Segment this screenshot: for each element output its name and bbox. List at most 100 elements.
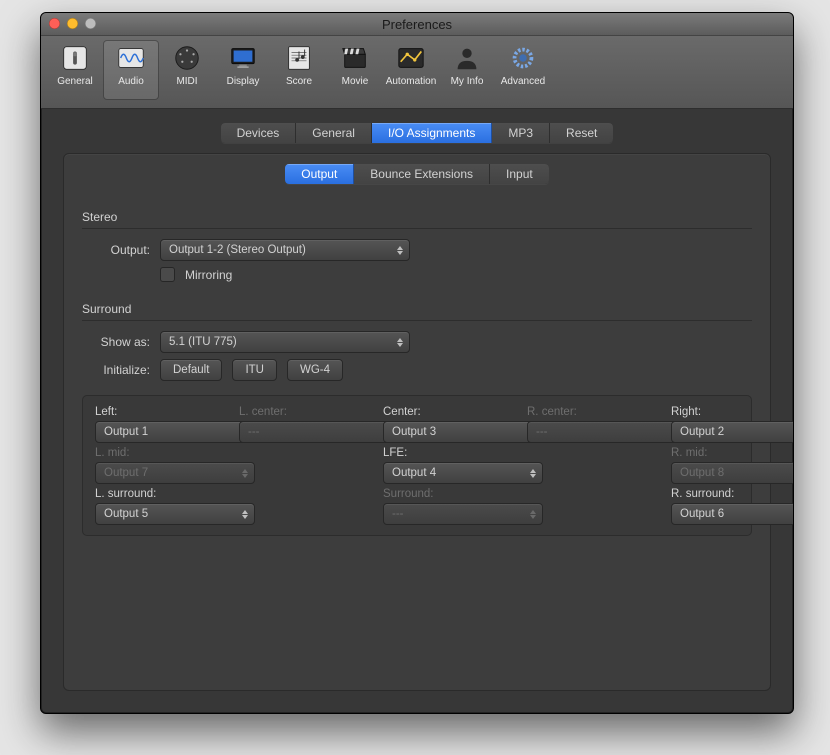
dropdown-arrows-icon — [529, 465, 537, 481]
slot-dropdown-center[interactable]: Output 3 — [383, 421, 543, 443]
window-controls — [49, 18, 96, 29]
slot-label: LFE: — [383, 447, 513, 459]
toolbar-label: General — [57, 76, 93, 87]
close-button[interactable] — [49, 18, 60, 29]
subtab-input[interactable]: Input — [490, 164, 549, 184]
automation-icon — [395, 42, 427, 74]
toolbar-item-display[interactable]: Display — [215, 40, 271, 100]
divider — [82, 228, 752, 229]
toolbar-label: Automation — [386, 76, 437, 87]
slot-r-surround: R. surround: Output 6 — [671, 488, 794, 525]
dropdown-arrows-icon — [396, 242, 404, 258]
slot-center: Center: Output 3 — [383, 406, 513, 443]
zoom-button[interactable] — [85, 18, 96, 29]
slot-l-surround: L. surround: Output 5 — [95, 488, 225, 525]
slot-label: L. surround: — [95, 488, 225, 500]
tab-mp3[interactable]: MP3 — [492, 123, 550, 143]
dropdown-value: --- — [536, 426, 548, 438]
slot-right: Right: Output 2 — [671, 406, 794, 443]
slot-label: L. mid: — [95, 447, 225, 459]
slot-dropdown-l-mid: Output 7 — [95, 462, 255, 484]
section-stereo-title: Stereo — [82, 210, 752, 224]
slot-dropdown-r-surround[interactable]: Output 6 — [671, 503, 794, 525]
stereo-output-dropdown[interactable]: Output 1-2 (Stereo Output) — [160, 239, 410, 261]
toolbar-item-movie[interactable]: Movie — [327, 40, 383, 100]
slot-label: Right: — [671, 406, 794, 418]
preferences-window: Preferences General Audio MIDI — [40, 12, 794, 714]
dropdown-value: Output 2 — [680, 426, 724, 438]
slot-r-mid: R. mid: Output 8 — [671, 447, 794, 484]
subtab-bounce-extensions[interactable]: Bounce Extensions — [354, 164, 490, 184]
dropdown-arrows-icon — [529, 506, 537, 522]
toolbar-label: Advanced — [501, 76, 545, 87]
toolbar-item-score[interactable]: Score — [271, 40, 327, 100]
dropdown-value: Output 1 — [104, 426, 148, 438]
slot-dropdown-l-surround[interactable]: Output 5 — [95, 503, 255, 525]
initialize-wg4-button[interactable]: WG-4 — [287, 359, 343, 381]
divider — [82, 320, 752, 321]
dropdown-value: --- — [392, 508, 404, 520]
dropdown-value: Output 8 — [680, 467, 724, 479]
slot-dropdown-left[interactable]: Output 1 — [95, 421, 255, 443]
minimize-button[interactable] — [67, 18, 78, 29]
toolbar-item-automation[interactable]: Automation — [383, 40, 439, 100]
toolbar-label: Display — [227, 76, 260, 87]
tab-general[interactable]: General — [296, 123, 372, 143]
pref-tabs-row: Devices General I/O Assignments MP3 Rese… — [41, 109, 793, 153]
initialize-default-button[interactable]: Default — [160, 359, 222, 381]
tab-devices[interactable]: Devices — [221, 123, 297, 143]
dropdown-value: Output 3 — [392, 426, 436, 438]
toolbar-item-my-info[interactable]: My Info — [439, 40, 495, 100]
dropdown-value: 5.1 (ITU 775) — [169, 336, 237, 348]
toolbar-item-midi[interactable]: MIDI — [159, 40, 215, 100]
toolbar-item-advanced[interactable]: Advanced — [495, 40, 551, 100]
slot-label: R. surround: — [671, 488, 794, 500]
window-title: Preferences — [382, 17, 452, 32]
slot-dropdown-r-center: --- — [527, 421, 687, 443]
slot-empty-2 — [527, 447, 657, 484]
stereo-output-label: Output: — [82, 243, 150, 257]
slot-empty-4 — [527, 488, 657, 525]
slot-left: Left: Output 1 — [95, 406, 225, 443]
score-icon — [283, 42, 315, 74]
dropdown-value: Output 4 — [392, 467, 436, 479]
slot-surround: Surround: --- — [383, 488, 513, 525]
subtab-output[interactable]: Output — [285, 164, 354, 184]
slot-empty-1 — [239, 447, 369, 484]
io-subtabs-row: Output Bounce Extensions Input — [82, 154, 752, 194]
dropdown-arrows-icon — [241, 506, 249, 522]
slot-label: Center: — [383, 406, 513, 418]
initialize-itu-button[interactable]: ITU — [232, 359, 277, 381]
slot-r-center: R. center: --- — [527, 406, 657, 443]
tab-io-assignments[interactable]: I/O Assignments — [372, 123, 492, 143]
slot-label: Left: — [95, 406, 225, 418]
dropdown-value: Output 7 — [104, 467, 148, 479]
dropdown-arrows-icon — [396, 334, 404, 350]
dropdown-value: --- — [248, 426, 260, 438]
surround-showas-dropdown[interactable]: 5.1 (ITU 775) — [160, 331, 410, 353]
surround-showas-label: Show as: — [82, 335, 150, 349]
slot-label: L. center: — [239, 406, 369, 418]
slot-l-center: L. center: --- — [239, 406, 369, 443]
slot-label: R. center: — [527, 406, 657, 418]
slot-dropdown-lfe[interactable]: Output 4 — [383, 462, 543, 484]
slot-dropdown-r-mid: Output 8 — [671, 462, 794, 484]
slot-dropdown-surround: --- — [383, 503, 543, 525]
toolbar: General Audio MIDI Display — [41, 36, 793, 109]
mirroring-checkbox[interactable] — [160, 267, 175, 282]
slot-dropdown-l-center: --- — [239, 421, 399, 443]
my-info-icon — [451, 42, 483, 74]
dropdown-value: Output 6 — [680, 508, 724, 520]
general-icon — [59, 42, 91, 74]
toolbar-item-audio[interactable]: Audio — [103, 40, 159, 100]
display-icon — [227, 42, 259, 74]
slot-l-mid: L. mid: Output 7 — [95, 447, 225, 484]
toolbar-label: MIDI — [176, 76, 197, 87]
toolbar-label: My Info — [451, 76, 484, 87]
toolbar-item-general[interactable]: General — [47, 40, 103, 100]
slot-empty-3 — [239, 488, 369, 525]
surround-channel-grid: Left: Output 1 L. center: --- Center: Ou… — [82, 395, 752, 536]
slot-dropdown-right[interactable]: Output 2 — [671, 421, 794, 443]
slot-lfe: LFE: Output 4 — [383, 447, 513, 484]
tab-reset[interactable]: Reset — [550, 123, 613, 143]
